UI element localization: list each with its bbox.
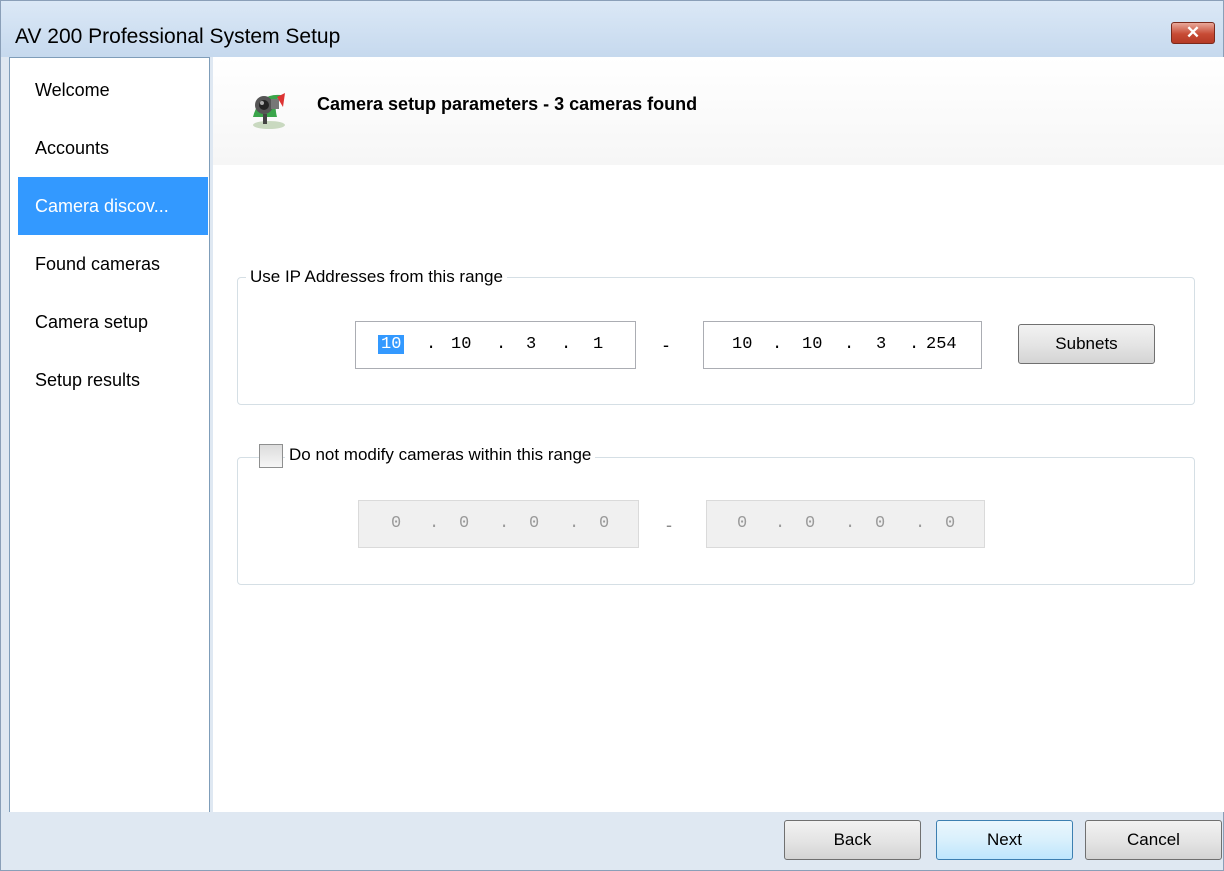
sidebar-item-label: Found cameras <box>35 254 161 274</box>
ip-dot: . <box>844 335 855 354</box>
ip-end-octet-3[interactable]: 3 <box>876 335 886 354</box>
ip-dot: . <box>496 335 507 354</box>
exclude-start-octet-3: 0 <box>529 514 540 533</box>
exclude-end-field: 0 . 0 . 0 . 0 <box>706 500 985 548</box>
exclude-start-octet-4: 0 <box>599 514 610 533</box>
exclude-start-field: 0 . 0 . 0 . 0 <box>358 500 639 548</box>
ip-start-field[interactable]: 10 . 10 . 3 . 1 <box>355 321 636 369</box>
ip-dot: . <box>561 335 572 354</box>
back-button[interactable]: Back <box>784 820 921 860</box>
sidebar-item-label: Camera setup <box>35 312 149 332</box>
ip-end-octet-1[interactable]: 10 <box>732 335 752 354</box>
sidebar-item-setup-results[interactable]: Setup results <box>18 351 208 409</box>
ip-end-octet-4[interactable]: 254 <box>926 335 957 354</box>
sidebar-item-camera-discovery[interactable]: Camera discov... <box>18 177 208 235</box>
ip-end-octet-2[interactable]: 10 <box>802 335 822 354</box>
exclude-end-octet-1: 0 <box>737 514 748 533</box>
page-header: Camera setup parameters - 3 cameras foun… <box>213 57 1224 165</box>
exclude-end-octet-4: 0 <box>945 514 956 533</box>
ip-dot: . <box>909 335 920 354</box>
exclude-range-checkbox[interactable] <box>259 444 283 468</box>
ip-range-group-label: Use IP Addresses from this range <box>246 267 507 287</box>
sidebar-item-welcome[interactable]: Welcome <box>18 61 208 119</box>
ip-dot: . <box>499 514 510 533</box>
next-button[interactable]: Next <box>936 820 1073 860</box>
ip-start-octet-1[interactable]: 10 <box>378 335 405 354</box>
sidebar-item-label: Camera discov... <box>35 196 169 216</box>
sidebar-item-label: Accounts <box>35 138 110 158</box>
window-title: AV 200 Professional System Setup <box>15 25 341 48</box>
ip-start-octet-4[interactable]: 1 <box>593 335 603 354</box>
ip-start-octet-3[interactable]: 3 <box>526 335 536 354</box>
ip-dot: . <box>915 514 926 533</box>
ip-dot: . <box>429 514 440 533</box>
camera-icon <box>253 93 285 129</box>
exclude-range-separator: - <box>666 515 672 535</box>
exclude-range-label: Do not modify cameras within this range <box>285 445 596 465</box>
sidebar-item-label: Setup results <box>35 370 141 390</box>
main-panel: Camera setup parameters - 3 cameras foun… <box>213 57 1224 812</box>
sidebar-item-camera-setup[interactable]: Camera setup <box>18 293 208 351</box>
sidebar-item-accounts[interactable]: Accounts <box>18 119 208 177</box>
range-separator: - <box>663 335 669 355</box>
exclude-start-octet-1: 0 <box>391 514 402 533</box>
footer-bar: Back Next Cancel <box>1 812 1223 870</box>
page-title: Camera setup parameters - 3 cameras foun… <box>317 94 698 114</box>
sidebar-item-found-cameras[interactable]: Found cameras <box>18 235 208 293</box>
ip-end-field[interactable]: 10 . 10 . 3 . 254 <box>703 321 982 369</box>
ip-dot: . <box>845 514 856 533</box>
ip-dot: . <box>772 335 783 354</box>
sidebar: Welcome Accounts Camera discov... Found … <box>9 57 210 834</box>
setup-window: AV 200 Professional System Setup ✕ Welco… <box>0 0 1224 871</box>
ip-start-octet-2[interactable]: 10 <box>451 335 471 354</box>
exclude-start-octet-2: 0 <box>459 514 470 533</box>
sidebar-item-label: Welcome <box>35 80 110 100</box>
exclude-end-octet-2: 0 <box>805 514 816 533</box>
title-bar: AV 200 Professional System Setup ✕ <box>1 1 1223 57</box>
ip-dot: . <box>569 514 580 533</box>
close-icon: ✕ <box>1185 23 1201 42</box>
subnets-button[interactable]: Subnets <box>1018 324 1155 364</box>
close-button[interactable]: ✕ <box>1171 22 1215 44</box>
cancel-button[interactable]: Cancel <box>1085 820 1222 860</box>
exclude-end-octet-3: 0 <box>875 514 886 533</box>
ip-dot: . <box>426 335 437 354</box>
ip-dot: . <box>775 514 786 533</box>
